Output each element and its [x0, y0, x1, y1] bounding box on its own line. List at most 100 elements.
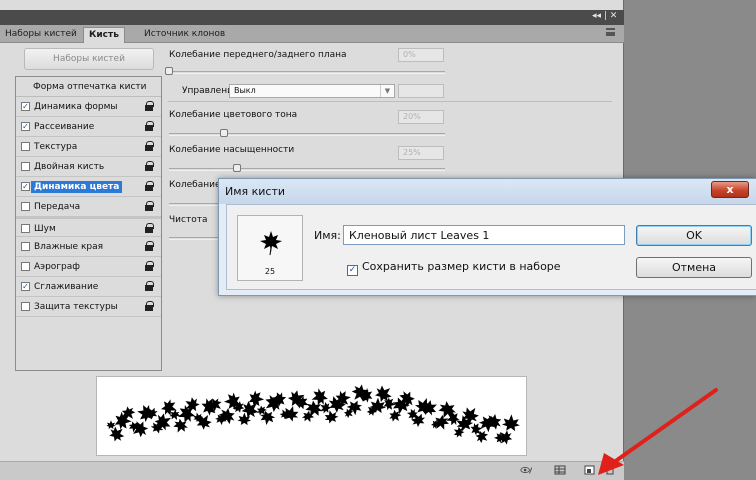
leaf-mark — [422, 400, 437, 416]
brush-presets-button[interactable]: Наборы кистей — [24, 48, 154, 70]
save-size-check[interactable]: ✓ — [347, 265, 358, 276]
option-checkbox[interactable] — [21, 302, 30, 311]
divider — [168, 101, 612, 102]
option-item[interactable]: Текстура — [16, 137, 161, 157]
option-item[interactable]: ✓ Динамика цвета — [16, 177, 161, 197]
saturation-jitter-slider[interactable] — [169, 168, 445, 171]
lock-icon[interactable] — [145, 121, 154, 131]
lock-icon[interactable] — [145, 261, 154, 271]
tab-brush[interactable]: Кисть — [83, 27, 125, 43]
option-label: Аэрограф — [34, 262, 80, 272]
dialog-title: Имя кисти — [225, 185, 286, 198]
toggle-live-tip-icon[interactable] — [520, 465, 532, 475]
panel-menu-icon[interactable] — [606, 28, 615, 36]
lock-icon[interactable] — [145, 281, 154, 291]
hue-jitter-value[interactable]: 20% — [398, 110, 444, 124]
hue-jitter-slider[interactable] — [169, 133, 445, 136]
leaf-mark — [132, 421, 149, 438]
option-checkbox[interactable]: ✓ — [21, 182, 30, 191]
brush-name-dialog: Имя кисти x 25 Имя: ✓ Сохранить размер ки… — [218, 178, 756, 296]
option-checkbox[interactable] — [21, 224, 30, 233]
option-label: Двойная кисть — [34, 162, 105, 172]
fg-bg-jitter-value[interactable]: 0% — [398, 48, 444, 62]
fg-bg-jitter-knob[interactable] — [165, 67, 173, 75]
leaf-mark — [282, 405, 299, 422]
option-label: Шум — [34, 224, 56, 234]
save-size-label: Сохранить размер кисти в наборе — [362, 260, 561, 273]
brightness-jitter-label: Колебание — [169, 180, 221, 190]
option-item[interactable]: Двойная кисть — [16, 157, 161, 177]
chevron-down-icon[interactable]: ▼ — [380, 85, 394, 97]
lock-icon[interactable] — [145, 241, 154, 251]
name-label: Имя: — [314, 229, 341, 242]
saturation-jitter-label: Колебание насыщенности — [169, 145, 295, 155]
collapse-close-controls[interactable]: ◂◂ | ✕ — [592, 11, 617, 21]
option-label: Защита текстуры — [34, 302, 118, 312]
purity-label: Чистота — [169, 215, 208, 225]
saturation-jitter-knob[interactable] — [233, 164, 241, 172]
panel-tabs: Наборы кистей Кисть Источник клонов — [0, 25, 624, 43]
option-item[interactable]: Защита текстуры — [16, 297, 161, 317]
option-label: Сглаживание — [34, 282, 99, 292]
dialog-close-button[interactable]: x — [711, 181, 749, 198]
option-checkbox[interactable] — [21, 142, 30, 151]
option-label: Влажные края — [34, 242, 104, 252]
dialog-body: 25 Имя: ✓ Сохранить размер кисти в наборе… — [226, 204, 756, 290]
tab-clone-source[interactable]: Источник клонов — [139, 27, 230, 43]
brush-options-list: Форма отпечатка кисти ✓ Динамика формы ✓ Ра… — [15, 76, 162, 371]
brush-thumbnail: 25 — [237, 215, 303, 281]
red-arrow-annotation — [598, 388, 718, 475]
dialog-titlebar[interactable]: Имя кисти x — [219, 179, 756, 204]
option-checkbox[interactable]: ✓ — [21, 122, 30, 131]
option-label: Текстура — [34, 142, 78, 152]
lock-icon[interactable] — [145, 223, 154, 233]
lock-icon[interactable] — [145, 301, 154, 311]
option-checkbox[interactable] — [21, 242, 30, 251]
option-item[interactable]: Передача — [16, 197, 161, 217]
leaf-mark — [501, 414, 520, 432]
fg-bg-jitter-slider[interactable] — [169, 71, 445, 74]
brush-size-value: 25 — [264, 267, 276, 276]
control-select-value: Выкл — [234, 86, 256, 95]
option-item[interactable]: Влажные края — [16, 237, 161, 257]
lock-icon[interactable] — [145, 141, 154, 151]
option-checkbox[interactable] — [21, 262, 30, 271]
option-checkbox[interactable] — [21, 162, 30, 171]
leaf-mark — [106, 420, 116, 429]
option-checkbox[interactable]: ✓ — [21, 282, 30, 291]
fg-bg-jitter-label: Колебание переднего/заднего плана — [169, 50, 347, 60]
save-size-checkbox[interactable]: ✓ Сохранить размер кисти в наборе — [347, 260, 561, 276]
option-checkbox[interactable] — [21, 202, 30, 211]
leaves-stroke-preview — [106, 384, 520, 445]
option-label: Динамика цвета — [31, 181, 123, 193]
option-item[interactable]: ✓ Динамика формы — [16, 97, 161, 117]
brush-name-input[interactable] — [343, 225, 625, 245]
tab-brush-presets[interactable]: Наборы кистей — [0, 27, 82, 43]
lock-icon[interactable] — [145, 161, 154, 171]
option-label: Передача — [34, 202, 81, 212]
option-item[interactable]: Аэрограф — [16, 257, 161, 277]
control-extra-field[interactable] — [398, 84, 444, 98]
hue-jitter-label: Колебание цветового тона — [169, 110, 298, 120]
hue-jitter-knob[interactable] — [220, 129, 228, 137]
cancel-button[interactable]: Отмена — [636, 257, 752, 278]
panel-topbar: ◂◂ | ✕ — [0, 10, 624, 25]
lock-icon[interactable] — [145, 101, 154, 111]
leaf-mark — [287, 390, 305, 408]
option-item[interactable]: ✓ Сглаживание — [16, 277, 161, 297]
option-item[interactable]: Шум — [16, 217, 161, 237]
brush-grid-icon[interactable] — [554, 465, 566, 475]
lock-icon[interactable] — [145, 181, 154, 191]
control-select[interactable]: Выкл ▼ — [229, 84, 395, 98]
option-item[interactable]: ✓ Рассеивание — [16, 117, 161, 137]
brush-stroke-preview — [96, 376, 527, 456]
lock-icon[interactable] — [145, 201, 154, 211]
maple-leaf-icon — [260, 231, 282, 256]
brush-tip-shape-header[interactable]: Форма отпечатка кисти — [16, 77, 161, 97]
option-checkbox[interactable]: ✓ — [21, 102, 30, 111]
ok-button[interactable]: OK — [636, 225, 752, 246]
option-label: Рассеивание — [34, 122, 95, 132]
leaf-mark — [248, 390, 265, 407]
saturation-jitter-value[interactable]: 25% — [398, 146, 444, 160]
option-label: Динамика формы — [34, 102, 118, 112]
